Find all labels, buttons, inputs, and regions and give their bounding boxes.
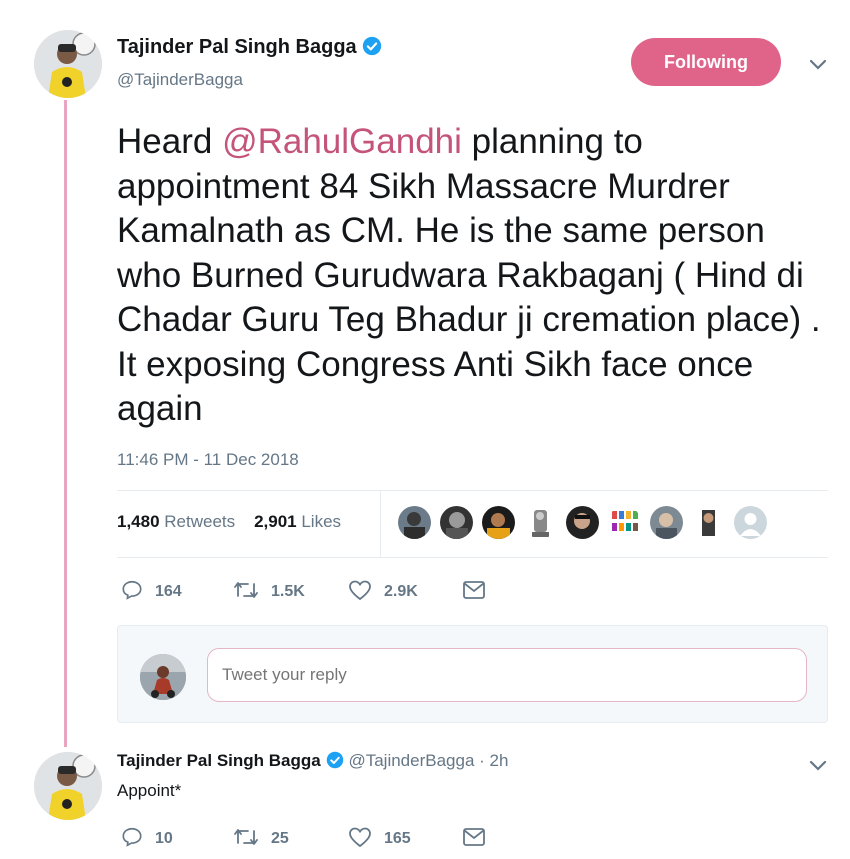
tweet-text-rest: planning to appointment 84 Sikh Massacre… <box>117 122 821 428</box>
current-user-avatar <box>140 654 186 700</box>
author-avatar[interactable] <box>34 30 102 98</box>
likes-label[interactable]: Likes <box>301 512 341 531</box>
liker-avatar[interactable] <box>482 506 515 539</box>
retweet-icon <box>234 829 258 845</box>
reply-author-avatar[interactable] <box>34 752 102 820</box>
retweets-count[interactable]: 1,480 <box>117 512 160 531</box>
liker-avatar[interactable] <box>566 506 599 539</box>
tweet-text: Heard @RahulGandhi planning to appointme… <box>117 120 837 432</box>
liker-avatar[interactable] <box>524 506 557 539</box>
retweet-action[interactable]: 1.5K <box>233 579 305 601</box>
liker-avatar[interactable] <box>440 506 473 539</box>
chevron-down-icon[interactable] <box>808 759 828 773</box>
heart-icon <box>349 580 371 601</box>
reply-count: 164 <box>155 583 182 600</box>
message-action[interactable] <box>462 826 498 848</box>
liker-avatar[interactable] <box>692 506 725 539</box>
like-action[interactable]: 165 <box>348 826 411 848</box>
heart-icon <box>349 827 371 848</box>
retweets-label[interactable]: Retweets <box>164 512 235 531</box>
reply-count: 10 <box>155 830 173 847</box>
retweet-icon <box>234 582 258 598</box>
following-button[interactable]: Following <box>631 38 781 86</box>
author-name[interactable]: Tajinder Pal Singh Bagga <box>117 36 382 59</box>
author-handle[interactable]: @TajinderBagga <box>117 70 243 90</box>
like-count: 165 <box>384 830 411 847</box>
reply-text: Appoint* <box>117 781 182 800</box>
message-action[interactable] <box>462 579 498 601</box>
reply-input[interactable] <box>207 648 807 702</box>
retweet-count: 25 <box>271 830 289 847</box>
like-action[interactable]: 2.9K <box>348 579 418 601</box>
envelope-icon <box>463 828 485 846</box>
reply-composer <box>117 625 828 723</box>
reply-icon <box>122 827 142 847</box>
tweet-text-start: Heard <box>117 122 223 161</box>
divider <box>117 490 828 491</box>
stats-separator <box>380 491 381 557</box>
liker-avatar[interactable] <box>398 506 431 539</box>
reply-header: Tajinder Pal Singh Bagga @TajinderBagga … <box>117 751 508 771</box>
reply-time[interactable]: · 2h <box>479 751 508 770</box>
author-name-text[interactable]: Tajinder Pal Singh Bagga <box>117 36 357 58</box>
verified-icon <box>326 751 343 769</box>
divider <box>117 557 828 558</box>
verified-icon <box>362 36 381 56</box>
liker-avatar[interactable] <box>650 506 683 539</box>
reply-action[interactable]: 10 <box>121 826 173 848</box>
retweet-count: 1.5K <box>271 583 305 600</box>
chevron-down-icon[interactable] <box>808 58 828 72</box>
liker-avatar[interactable] <box>608 506 641 539</box>
like-count: 2.9K <box>384 583 418 600</box>
tweet-stats: 1,480 Retweets 2,901 Likes <box>117 512 341 532</box>
tweet-timestamp[interactable]: 11:46 PM - 11 Dec 2018 <box>117 450 299 470</box>
retweet-action[interactable]: 25 <box>233 826 289 848</box>
liker-avatar[interactable] <box>734 506 767 539</box>
likes-count[interactable]: 2,901 <box>254 512 297 531</box>
envelope-icon <box>463 581 485 599</box>
reply-author-name[interactable]: Tajinder Pal Singh Bagga <box>117 751 321 770</box>
mention-link[interactable]: @RahulGandhi <box>222 122 462 161</box>
reply-author-handle[interactable]: @TajinderBagga <box>348 751 474 770</box>
thread-line <box>64 100 67 747</box>
reply-action[interactable]: 164 <box>121 579 182 601</box>
reply-icon <box>122 580 142 600</box>
